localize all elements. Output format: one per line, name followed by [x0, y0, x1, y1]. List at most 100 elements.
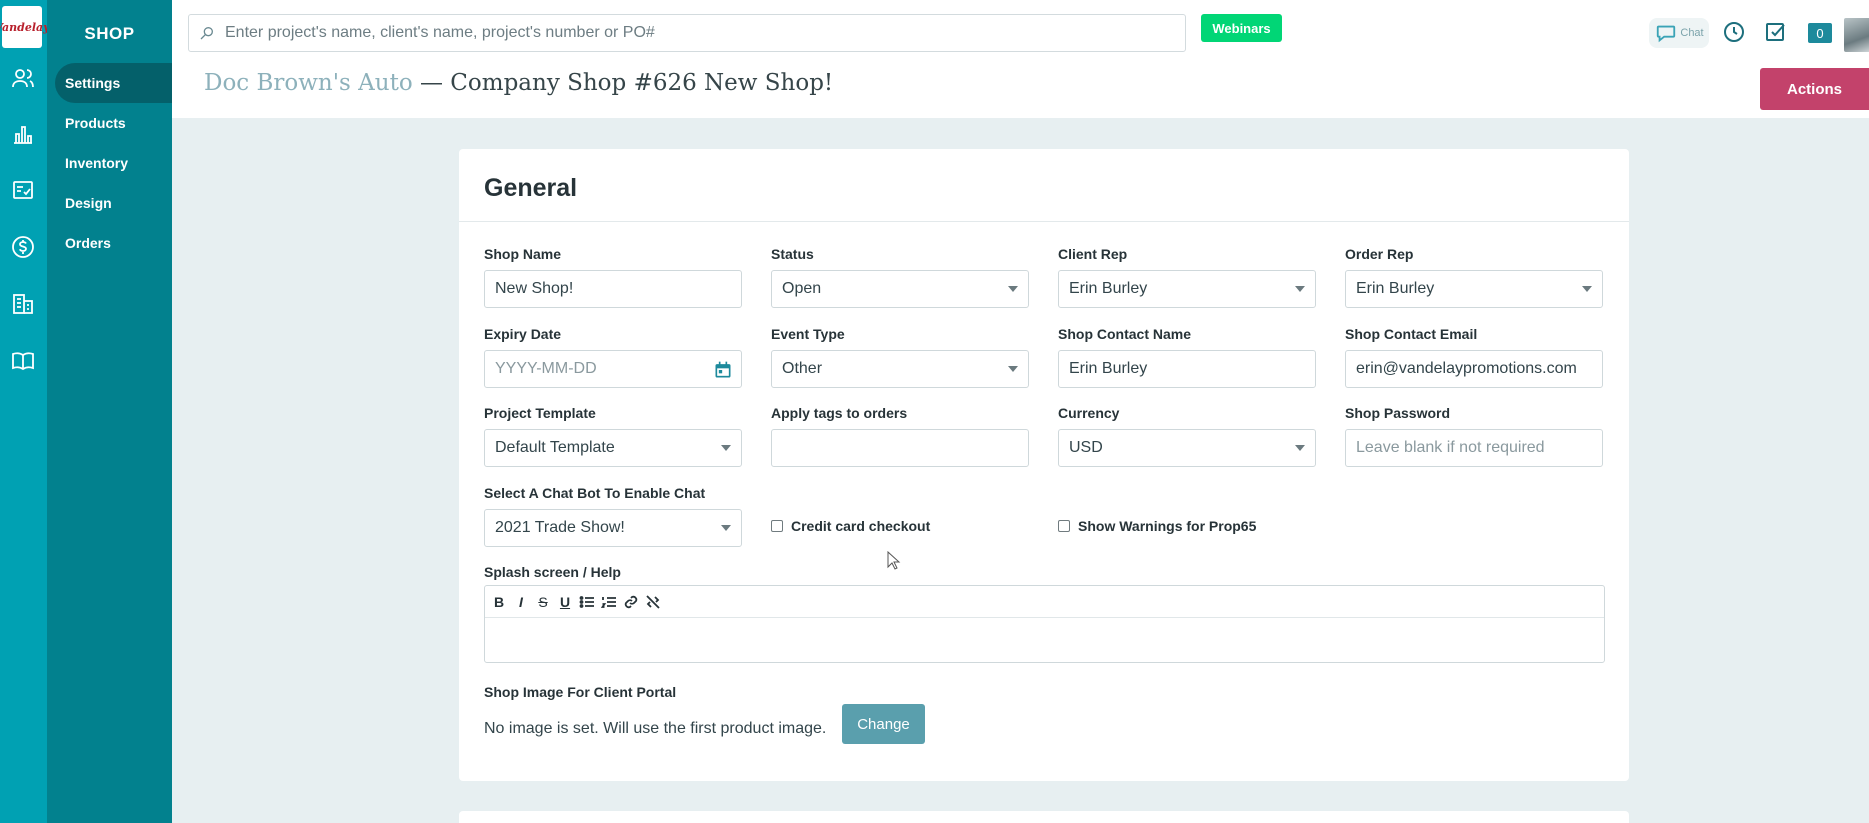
subnav-item-orders[interactable]: Orders	[55, 223, 172, 263]
page-header: Webinars Chat 0 Doc Brown's Auto — Compa…	[172, 0, 1869, 118]
shop-name-value: New Shop!	[495, 280, 574, 297]
credit-card-checkout-checkbox[interactable]: Credit card checkout	[771, 518, 930, 534]
bold-icon[interactable]: B	[491, 594, 507, 610]
order-rep-value: Erin Burley	[1356, 280, 1435, 297]
editor-toolbar: B I S U	[485, 586, 1604, 618]
notification-count-badge[interactable]: 0	[1808, 23, 1832, 43]
shop-name-input[interactable]: New Shop!	[484, 270, 742, 308]
shop-contact-name-value: Erin Burley	[1069, 360, 1148, 377]
user-avatar[interactable]	[1844, 18, 1869, 52]
subnav-item-settings[interactable]: Settings	[55, 63, 172, 103]
card-title: General	[484, 174, 578, 202]
prop65-warnings-checkbox[interactable]: Show Warnings for Prop65	[1058, 518, 1256, 534]
status-value: Open	[782, 280, 822, 297]
expiry-date-field: Expiry Date YYYY-MM-DD	[484, 326, 742, 388]
breadcrumb: Doc Brown's Auto — Company Shop #626 New…	[204, 70, 833, 96]
status-select[interactable]: Open	[771, 270, 1029, 308]
chevron-down-icon	[1008, 366, 1018, 372]
unlink-icon[interactable]	[645, 594, 661, 610]
splash-label: Splash screen / Help	[484, 564, 621, 580]
project-template-value: Default Template	[495, 439, 615, 456]
event-type-value: Other	[782, 360, 823, 377]
logo-text: Vandelay	[0, 20, 50, 34]
change-image-button[interactable]: Change	[842, 704, 925, 744]
project-search[interactable]	[188, 14, 1186, 52]
link-icon[interactable]	[623, 594, 639, 610]
shop-password-placeholder: Leave blank if not required	[1356, 439, 1545, 456]
apply-tags-input[interactable]	[771, 429, 1029, 467]
status-field: Status Open	[771, 246, 1029, 308]
underline-icon[interactable]: U	[557, 594, 573, 610]
bulleted-list-icon[interactable]	[579, 594, 595, 610]
splash-rich-text-editor[interactable]: B I S U	[484, 585, 1605, 663]
shop-image-label: Shop Image For Client Portal	[484, 684, 677, 700]
clock-icon[interactable]	[1722, 20, 1746, 44]
client-rep-label: Client Rep	[1058, 246, 1128, 262]
order-rep-label: Order Rep	[1345, 246, 1414, 262]
shop-contact-email-field: Shop Contact Email erin@vandelaypromotio…	[1345, 326, 1603, 388]
checkbox-box[interactable]	[771, 520, 783, 532]
dollar-icon[interactable]	[9, 233, 37, 261]
shop-contact-email-value: erin@vandelaypromotions.com	[1356, 360, 1577, 377]
mouse-cursor-icon	[887, 551, 901, 570]
general-settings-card: General Shop Name New Shop! Status Open …	[459, 149, 1629, 781]
building-icon[interactable]	[9, 290, 37, 318]
search-icon	[200, 26, 213, 40]
search-input[interactable]	[225, 24, 1165, 42]
icon-rail: Vandelay	[0, 0, 50, 823]
company-logo[interactable]: Vandelay	[0, 6, 50, 48]
shop-contact-email-label: Shop Contact Email	[1345, 326, 1478, 342]
order-rep-select[interactable]: Erin Burley	[1345, 270, 1603, 308]
currency-select[interactable]: USD	[1058, 429, 1316, 467]
shop-contact-name-input[interactable]: Erin Burley	[1058, 350, 1316, 388]
chat-bot-label: Select A Chat Bot To Enable Chat	[484, 485, 706, 501]
task-checklist-icon[interactable]	[1764, 20, 1788, 44]
italic-icon[interactable]: I	[513, 594, 529, 610]
event-type-field: Event Type Other	[771, 326, 1029, 388]
shop-image-note: No image is set. Will use the first prod…	[484, 720, 827, 737]
book-icon[interactable]	[9, 347, 37, 375]
chat-button[interactable]: Chat	[1649, 18, 1709, 48]
subnav-item-inventory[interactable]: Inventory	[55, 143, 172, 183]
client-rep-field: Client Rep Erin Burley	[1058, 246, 1316, 308]
strikethrough-icon[interactable]: S	[535, 594, 551, 610]
shop-subnav: SHOP Settings Products Inventory Design …	[47, 0, 172, 823]
chat-bot-select[interactable]: 2021 Trade Show!	[484, 509, 742, 547]
calendar-icon[interactable]	[713, 360, 733, 380]
shop-password-label: Shop Password	[1345, 405, 1451, 421]
event-type-select[interactable]: Other	[771, 350, 1029, 388]
subnav-item-design[interactable]: Design	[55, 183, 172, 223]
project-template-field: Project Template Default Template	[484, 405, 742, 467]
shop-contact-email-input[interactable]: erin@vandelaypromotions.com	[1345, 350, 1603, 388]
subnav-item-products[interactable]: Products	[55, 103, 172, 143]
client-rep-value: Erin Burley	[1069, 280, 1148, 297]
subnav-title: SHOP	[84, 24, 135, 43]
order-rep-field: Order Rep Erin Burley	[1345, 246, 1603, 308]
shop-password-field: Shop Password Leave blank if not require…	[1345, 405, 1603, 467]
actions-button[interactable]: Actions	[1760, 68, 1869, 110]
checkbox-box[interactable]	[1058, 520, 1070, 532]
currency-label: Currency	[1058, 405, 1120, 421]
chevron-down-icon	[1295, 445, 1305, 451]
tasks-icon[interactable]	[9, 176, 37, 204]
currency-field: Currency USD	[1058, 405, 1316, 467]
expiry-date-label: Expiry Date	[484, 326, 562, 342]
chevron-down-icon	[721, 445, 731, 451]
breadcrumb-client-link[interactable]: Doc Brown's Auto	[204, 70, 413, 96]
shop-contact-name-field: Shop Contact Name Erin Burley	[1058, 326, 1316, 388]
bar-chart-icon[interactable]	[9, 120, 37, 148]
client-rep-select[interactable]: Erin Burley	[1058, 270, 1316, 308]
chevron-down-icon	[721, 525, 731, 531]
prop65-label: Show Warnings for Prop65	[1078, 518, 1257, 534]
users-icon[interactable]	[9, 64, 37, 92]
chat-bot-field: Select A Chat Bot To Enable Chat 2021 Tr…	[484, 485, 742, 547]
webinars-button[interactable]: Webinars	[1201, 14, 1282, 42]
chat-bot-value: 2021 Trade Show!	[495, 519, 625, 536]
shop-password-input[interactable]: Leave blank if not required	[1345, 429, 1603, 467]
project-template-label: Project Template	[484, 405, 596, 421]
expiry-date-input[interactable]: YYYY-MM-DD	[484, 350, 742, 388]
shop-name-field: Shop Name New Shop!	[484, 246, 742, 308]
numbered-list-icon[interactable]	[601, 594, 617, 610]
card-divider	[459, 221, 1629, 222]
project-template-select[interactable]: Default Template	[484, 429, 742, 467]
